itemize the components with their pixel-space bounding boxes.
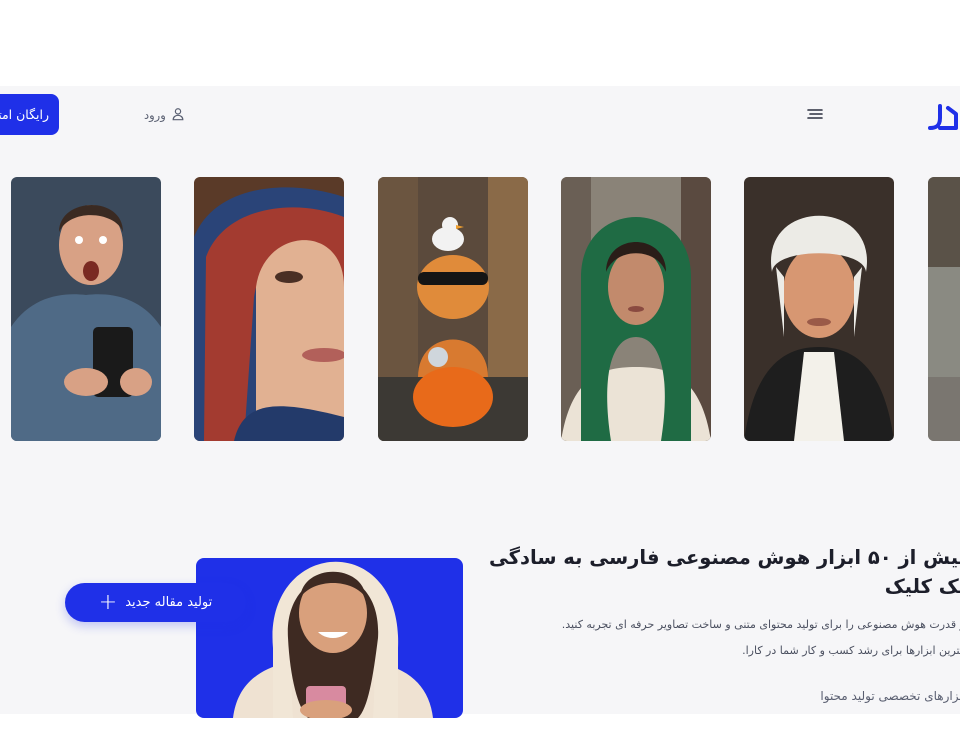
hero-description: از قدرت هوش مصنوعی را برای تولید محتوای … (562, 612, 960, 664)
hero-subtitle: ابزارهای تخصصی تولید محتوا (820, 689, 960, 703)
hero-description-line-2: بهترین ابزارها برای رشد کسب و کار شما در… (742, 644, 960, 657)
login-link[interactable]: ورود (144, 106, 185, 124)
hero-title: بیش از ۵۰ ابزار هوش مصنوعی فارسی به سادگ… (489, 543, 960, 601)
gallery-card-woman-paisley-scarf[interactable] (194, 177, 344, 441)
gallery-card-woman-green-scarf[interactable] (561, 177, 711, 441)
plus-icon: + (98, 589, 118, 615)
hero-title-line-2: یک کلیک (884, 575, 960, 598)
brand-logo[interactable] (926, 98, 960, 136)
gallery-card-man-turban[interactable] (744, 177, 894, 441)
hero-description-line-1: از قدرت هوش مصنوعی را برای تولید محتوای … (561, 618, 960, 631)
page-bottom (0, 714, 960, 750)
woman-with-phone-image (228, 528, 438, 720)
hamburger-menu-icon[interactable] (806, 106, 824, 122)
gallery-card-surprised-man[interactable] (11, 177, 161, 441)
hero-title-line-1: بیش از ۵۰ ابزار هوش مصنوعی فارسی به سادگ… (488, 546, 960, 569)
page: رایگان امتحان کنید ورود (0, 0, 960, 750)
user-icon (171, 107, 185, 124)
free-trial-button[interactable]: رایگان امتحان کنید (0, 94, 59, 135)
generate-article-label: تولید مقاله جدید (125, 595, 213, 610)
generate-article-button[interactable]: تولید مقاله جدید + (65, 583, 246, 622)
gallery-card-cat-scooter[interactable] (378, 177, 528, 441)
login-label: ورود (144, 108, 166, 122)
gallery-card-street-cropped[interactable] (928, 177, 960, 441)
